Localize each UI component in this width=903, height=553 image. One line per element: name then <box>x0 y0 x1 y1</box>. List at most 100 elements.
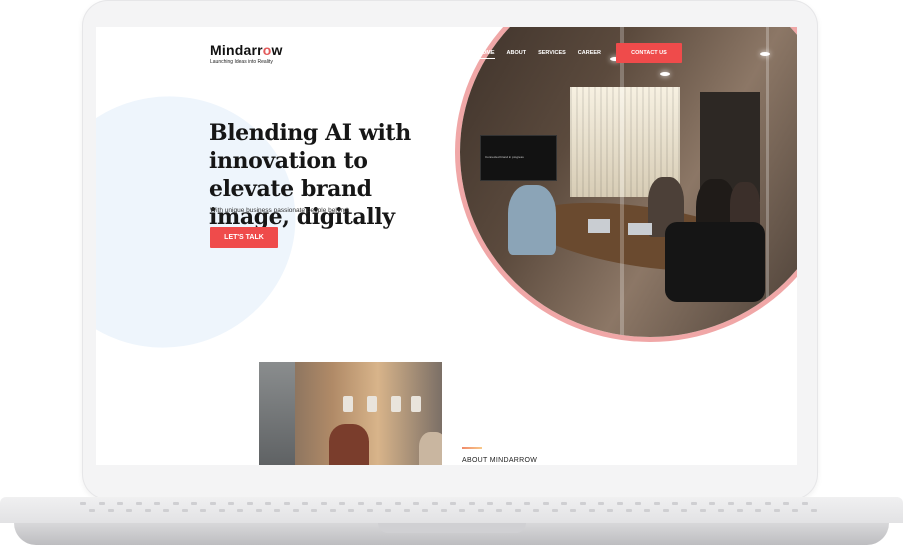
keyboard-key <box>477 509 484 512</box>
keyboard-key <box>468 502 475 505</box>
keyboard-key <box>792 509 798 512</box>
keyboard-key <box>237 509 243 512</box>
keyboard-key <box>107 509 114 512</box>
keyboard-key <box>505 502 512 505</box>
keyboard-key <box>394 502 401 505</box>
keyboard-key <box>755 509 761 512</box>
keyboard-key <box>727 502 734 505</box>
keyboard-key <box>635 502 641 505</box>
keyboard-key <box>357 502 364 505</box>
keyboard-key <box>144 509 151 512</box>
brand-logo[interactable]: Mindarrow Launching Ideas into Reality <box>210 42 283 65</box>
keyboard-key <box>292 509 299 512</box>
keyboard-key <box>172 502 179 505</box>
keyboard-key <box>218 509 225 512</box>
office-chair <box>665 222 765 302</box>
keyboard-key <box>542 502 549 505</box>
nav-about[interactable]: ABOUT <box>507 50 527 59</box>
keyboard-key <box>413 502 419 505</box>
wall-screen-text: Connected brand in progress <box>485 155 524 159</box>
lets-talk-button[interactable]: LET'S TALK <box>210 227 278 248</box>
keyboard-key <box>459 509 465 512</box>
ceiling-light <box>660 72 670 76</box>
keyboard-key <box>810 509 817 512</box>
keyboard <box>80 502 820 514</box>
nav-career[interactable]: CAREER <box>578 50 601 59</box>
keyboard-key <box>135 502 142 505</box>
keyboard-key <box>801 502 808 505</box>
pendant-lamp <box>343 396 353 412</box>
keyboard-key <box>764 502 771 505</box>
person <box>329 424 369 465</box>
trackpad-notch <box>378 523 526 533</box>
keyboard-key <box>607 509 613 512</box>
pendant-lamp <box>367 396 377 412</box>
keyboard-key <box>616 502 623 505</box>
keyboard-key <box>117 502 123 505</box>
contact-us-button[interactable]: CONTACT US <box>616 43 682 63</box>
keyboard-key <box>736 509 743 512</box>
keyboard-key <box>311 509 317 512</box>
keyboard-key <box>329 509 336 512</box>
keyboard-key <box>320 502 327 505</box>
laptop-base <box>0 497 903 553</box>
keyboard-key <box>662 509 669 512</box>
person <box>419 432 442 465</box>
keyboard-key <box>524 502 530 505</box>
keyboard-key <box>699 509 706 512</box>
keyboard-key <box>690 502 697 505</box>
keyboard-key <box>561 502 567 505</box>
keyboard-key <box>709 502 715 505</box>
laptop-screen: Mindarrow Launching Ideas into Reality C… <box>96 27 797 465</box>
keyboard-key <box>783 502 789 505</box>
keyboard-key <box>625 509 632 512</box>
keyboard-key <box>551 509 558 512</box>
keyboard-key <box>431 502 438 505</box>
keyboard-key <box>440 509 447 512</box>
keyboard-key <box>598 502 604 505</box>
keyboard-key <box>302 502 308 505</box>
keyboard-key <box>376 502 382 505</box>
glass-wall <box>766 27 769 337</box>
keyboard-key <box>89 509 95 512</box>
keyboard-key <box>283 502 290 505</box>
keyboard-key <box>588 509 595 512</box>
laptop <box>628 223 652 235</box>
keyboard-key <box>385 509 391 512</box>
glass-wall <box>620 27 624 337</box>
keyboard-key <box>450 502 456 505</box>
keyboard-key <box>487 502 493 505</box>
nav-services[interactable]: SERVICES <box>538 50 566 59</box>
main-nav: HOME ABOUT SERVICES CAREER <box>478 50 613 59</box>
keyboard-key <box>514 509 521 512</box>
keyboard-key <box>228 502 234 505</box>
keyboard-key <box>496 509 502 512</box>
keyboard-key <box>422 509 428 512</box>
about-accent-line <box>462 447 482 449</box>
pendant-lamp <box>411 396 421 412</box>
person <box>508 185 556 255</box>
keyboard-key <box>403 509 410 512</box>
hero-headline: Blending AI with innovation to elevate b… <box>209 120 411 230</box>
keyboard-key <box>255 509 262 512</box>
hero-photo: Connected brand in progress <box>460 27 797 337</box>
keyboard-key <box>274 509 280 512</box>
pendant-lamp <box>391 396 401 412</box>
keyboard-key <box>191 502 197 505</box>
keyboard-key <box>265 502 271 505</box>
window <box>259 362 295 465</box>
keyboard-key <box>339 502 345 505</box>
keyboard-key <box>773 509 780 512</box>
keyboard-key <box>366 509 373 512</box>
keyboard-key <box>653 502 660 505</box>
keyboard-key <box>200 509 206 512</box>
keyboard-key <box>154 502 160 505</box>
keyboard-key <box>80 502 86 505</box>
keyboard-key <box>681 509 687 512</box>
keyboard-key <box>246 502 253 505</box>
nav-home[interactable]: HOME <box>478 50 495 59</box>
laptop <box>588 219 610 233</box>
hero-subtext: With unique business passionate people b… <box>210 207 350 214</box>
keyboard-key <box>126 509 132 512</box>
keyboard-deck <box>0 497 903 523</box>
